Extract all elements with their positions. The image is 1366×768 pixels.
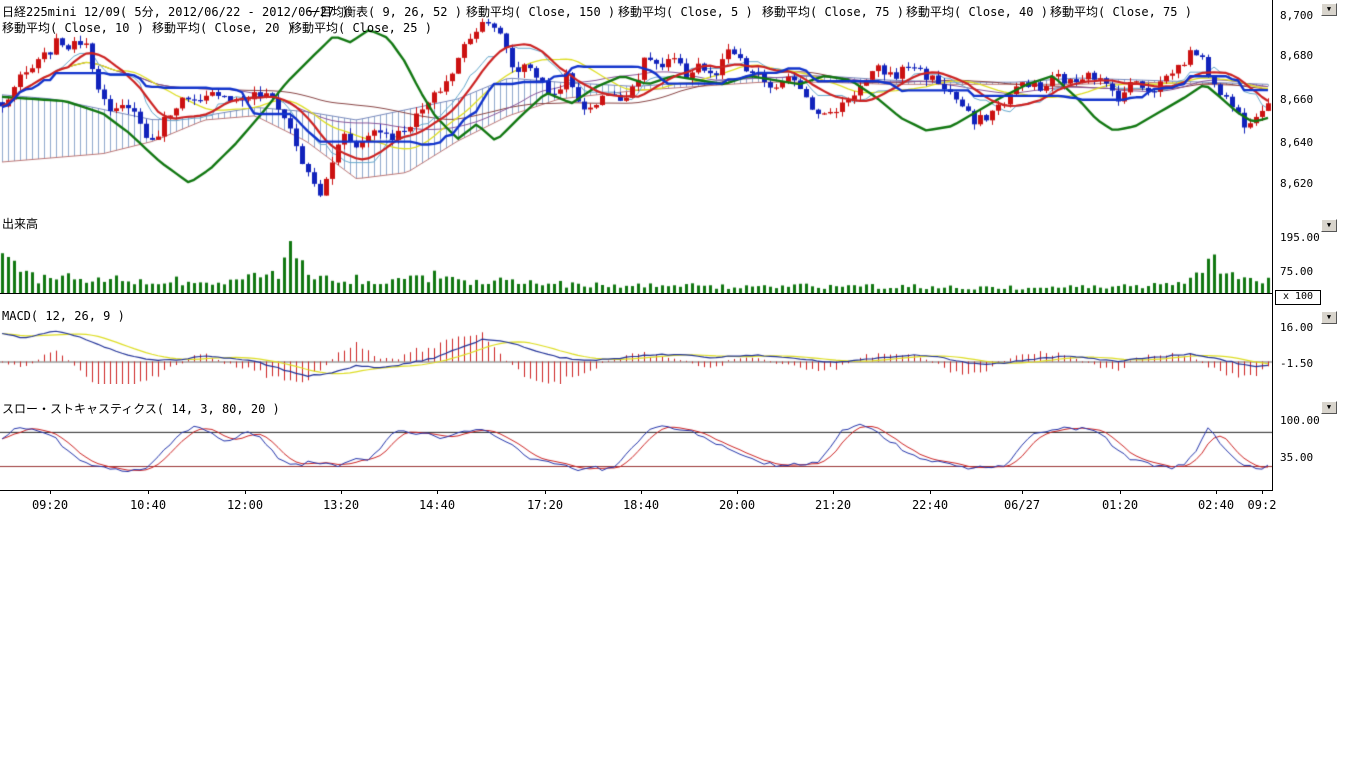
- price-axis-label-0: 8,700: [1280, 9, 1313, 22]
- time-axis-label-10: 06/27: [1004, 498, 1040, 512]
- price-scale-dropdown-button[interactable]: ▼: [1321, 3, 1337, 16]
- legend-item-b-2: 移動平均( Close, 25 ): [290, 19, 432, 36]
- legend-item-6: 移動平均( Close, 75 ): [1050, 3, 1192, 20]
- time-axis-tick: [245, 490, 246, 494]
- time-axis-tick: [833, 490, 834, 494]
- stochastics-chart-canvas[interactable]: [0, 413, 1272, 489]
- macd-scale-dropdown-button[interactable]: ▼: [1321, 311, 1337, 324]
- legend-item-1: 一目均衡表( 9, 26, 52 ): [308, 3, 462, 20]
- price-axis-divider: [1272, 0, 1273, 491]
- stochastics-scale-dropdown-button[interactable]: ▼: [1321, 401, 1337, 414]
- time-axis-tick: [1022, 490, 1023, 494]
- macd-axis-label-0: 16.00: [1280, 321, 1313, 334]
- legend-item-3: 移動平均( Close, 5 ): [618, 3, 753, 20]
- time-axis-label-5: 17:20: [527, 498, 563, 512]
- volume-baseline: [0, 293, 1273, 294]
- time-axis-label-8: 21:20: [815, 498, 851, 512]
- price-axis-label-3: 8,640: [1280, 136, 1313, 149]
- time-axis-tick: [1216, 490, 1217, 494]
- time-axis-tick: [930, 490, 931, 494]
- chevron-down-icon: ▼: [1327, 5, 1331, 13]
- time-axis-label-0: 09:20: [32, 498, 68, 512]
- legend-item-0: 日経225mini 12/09( 5分, 2012/06/22 - 2012/0…: [2, 3, 349, 20]
- time-axis-label-12: 02:40: [1198, 498, 1234, 512]
- time-axis-label-11: 01:20: [1102, 498, 1138, 512]
- time-axis-tick: [50, 490, 51, 494]
- stochastics-panel-label: スロー・ストキャスティクス( 14, 3, 80, 20 ): [2, 400, 280, 417]
- macd-chart-canvas[interactable]: [0, 318, 1272, 384]
- time-axis-label-9: 22:40: [912, 498, 948, 512]
- macd-axis-label-1: -1.50: [1280, 357, 1313, 370]
- legend-item-5: 移動平均( Close, 40 ): [906, 3, 1048, 20]
- time-axis-label-1: 10:40: [130, 498, 166, 512]
- stoch-axis-label-0: 100.00: [1280, 414, 1320, 427]
- volume-chart-canvas[interactable]: [0, 226, 1272, 293]
- volume-axis-label-1: 75.00: [1280, 265, 1313, 278]
- legend-item-2: 移動平均( Close, 150 ): [466, 3, 615, 20]
- price-axis-label-1: 8,680: [1280, 49, 1313, 62]
- time-axis-label-3: 13:20: [323, 498, 359, 512]
- volume-multiplier-box: x 100: [1275, 290, 1321, 305]
- time-axis-tick: [1120, 490, 1121, 494]
- stoch-axis-label-1: 35.00: [1280, 451, 1313, 464]
- legend-item-4: 移動平均( Close, 75 ): [762, 3, 904, 20]
- volume-scale-dropdown-button[interactable]: ▼: [1321, 219, 1337, 232]
- legend-row-1: 日経225mini 12/09( 5分, 2012/06/22 - 2012/0…: [0, 3, 1272, 17]
- chart-app-window: 日経225mini 12/09( 5分, 2012/06/22 - 2012/0…: [0, 0, 1366, 768]
- time-axis-line: [0, 490, 1273, 491]
- time-axis-tick: [737, 490, 738, 494]
- chevron-down-icon: ▼: [1327, 403, 1331, 411]
- time-axis-label-6: 18:40: [623, 498, 659, 512]
- time-axis-tick: [641, 490, 642, 494]
- price-chart-canvas[interactable]: [0, 14, 1272, 212]
- legend-row-2: 移動平均( Close, 10 ) 移動平均( Close, 20 )移動平均( …: [0, 19, 1272, 33]
- chevron-down-icon: ▼: [1327, 313, 1331, 321]
- time-axis-label-13: 09:2: [1248, 498, 1277, 512]
- time-axis-label-7: 20:00: [719, 498, 755, 512]
- time-axis-tick: [1262, 490, 1263, 494]
- time-axis-tick: [341, 490, 342, 494]
- time-axis-tick: [545, 490, 546, 494]
- macd-panel-label: MACD( 12, 26, 9 ): [2, 309, 125, 323]
- legend-item-b-1: 移動平均( Close, 20 ): [152, 19, 294, 36]
- price-axis-label-2: 8,660: [1280, 93, 1313, 106]
- volume-panel-label: 出来高: [2, 215, 38, 232]
- legend-item-b-0: 移動平均( Close, 10 ): [2, 19, 144, 36]
- volume-axis-label-0: 195.00: [1280, 231, 1320, 244]
- time-axis-tick: [437, 490, 438, 494]
- time-axis-label-2: 12:00: [227, 498, 263, 512]
- time-axis-tick: [148, 490, 149, 494]
- time-axis-label-4: 14:40: [419, 498, 455, 512]
- price-axis-label-4: 8,620: [1280, 177, 1313, 190]
- chevron-down-icon: ▼: [1327, 221, 1331, 229]
